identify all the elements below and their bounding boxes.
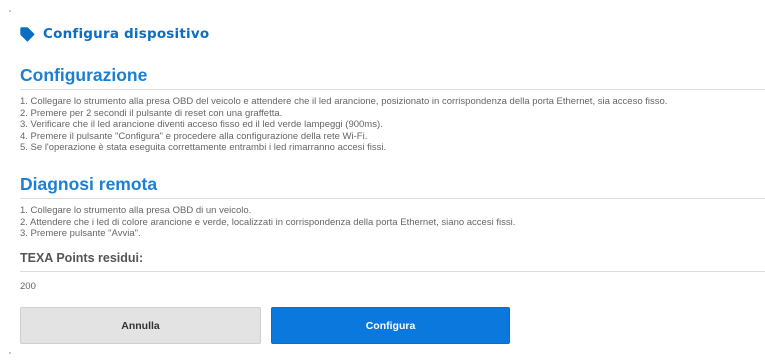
configurazione-steps: 1. Collegare lo strumento alla presa OBD…: [20, 96, 667, 154]
list-item: 2. Premere per 2 secondi il pulsante di …: [20, 107, 283, 119]
section-title-diagnosi: Diagnosi remota: [20, 174, 158, 194]
configure-button[interactable]: Configura: [271, 307, 510, 344]
list-item: 1. Collegare lo strumento alla presa OBD…: [20, 205, 252, 216]
section-title-configurazione: Configurazione: [20, 65, 148, 85]
list-item: 3. Premere pulsante "Avvia".: [20, 228, 141, 239]
section-divider: [20, 89, 765, 90]
texa-points-value: 200: [20, 281, 36, 292]
list-item: 2. Attendere che i led di colore arancio…: [20, 216, 516, 228]
corner-mark: [9, 10, 11, 12]
configure-device-dialog: Configura dispositivo Configurazione 1. …: [0, 0, 765, 360]
texa-points-label: TEXA Points residui:: [20, 251, 144, 265]
section-divider: [20, 198, 765, 199]
diagnosi-steps: 1. Collegare lo strumento alla presa OBD…: [20, 205, 515, 240]
tag-icon: [20, 26, 35, 42]
list-item: 4. Premere il pulsante "Configura" e pro…: [20, 130, 368, 142]
list-item: 1. Collegare lo strumento alla presa OBD…: [20, 96, 668, 107]
corner-mark: [9, 352, 11, 354]
list-item: 5. Se l'operazione è stata eseguita corr…: [20, 142, 387, 153]
dialog-title: Configura dispositivo: [43, 26, 210, 42]
dialog-header: Configura dispositivo: [20, 25, 209, 43]
section-divider: [20, 271, 765, 272]
cancel-button[interactable]: Annulla: [20, 307, 261, 344]
list-item: 3. Verificare che il led arancione diven…: [20, 119, 383, 130]
